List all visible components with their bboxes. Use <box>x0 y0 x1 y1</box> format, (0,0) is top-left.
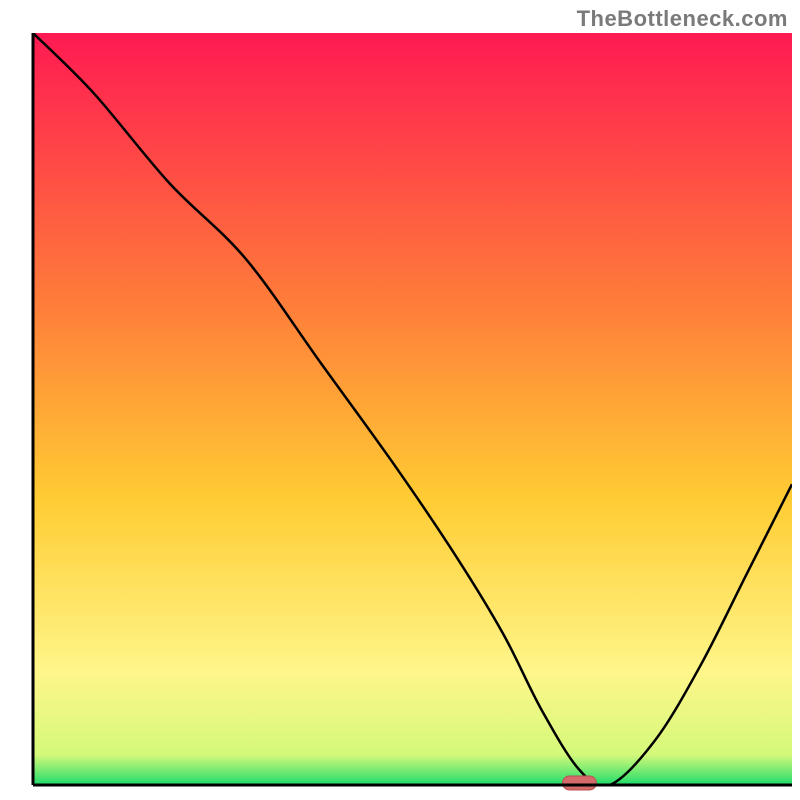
chart-stage: TheBottleneck.com <box>0 0 800 800</box>
minimum-marker <box>562 776 596 790</box>
watermark-text: TheBottleneck.com <box>577 6 788 32</box>
gradient-background <box>33 33 792 785</box>
bottleneck-chart <box>0 0 800 800</box>
